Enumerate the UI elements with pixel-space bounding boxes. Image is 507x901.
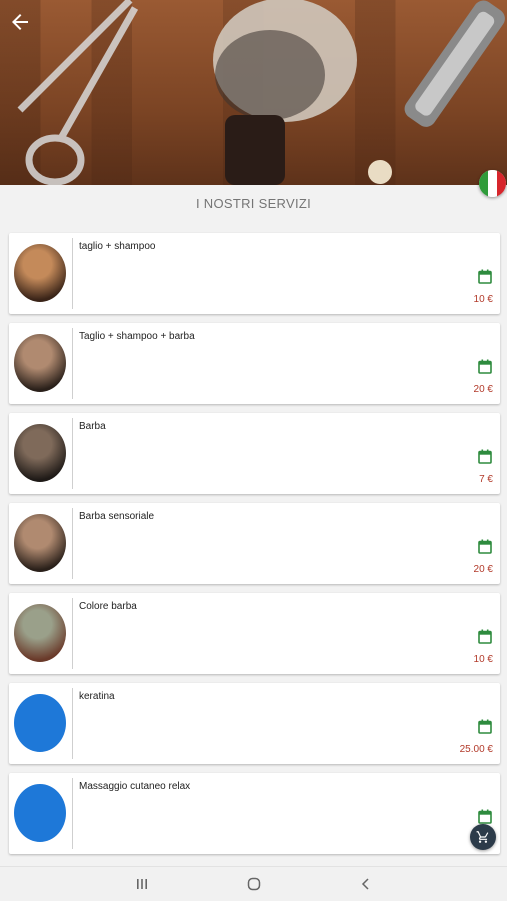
service-placeholder-avatar bbox=[14, 784, 66, 842]
service-list: taglio + shampoo 10 € Taglio + shampoo + b… bbox=[9, 233, 500, 863]
home-icon bbox=[247, 877, 261, 891]
service-name: keratina bbox=[79, 691, 115, 702]
service-price: 7 € bbox=[479, 474, 493, 485]
calendar-icon bbox=[478, 449, 492, 464]
service-name: taglio + shampoo bbox=[79, 241, 156, 252]
cart-icon bbox=[476, 831, 489, 843]
card-divider bbox=[72, 688, 73, 759]
service-name: Colore barba bbox=[79, 601, 137, 612]
calendar-icon bbox=[478, 269, 492, 284]
service-name: Barba sensoriale bbox=[79, 511, 155, 522]
calendar-icon bbox=[478, 629, 492, 644]
service-photo bbox=[14, 334, 66, 392]
service-photo bbox=[14, 604, 66, 662]
service-price: 20 € bbox=[473, 564, 493, 575]
recents-button[interactable] bbox=[132, 875, 152, 893]
calendar-icon bbox=[478, 809, 492, 824]
card-divider bbox=[72, 418, 73, 489]
service-price: 25.00 € bbox=[459, 744, 493, 755]
calendar-icon bbox=[478, 719, 492, 734]
card-divider bbox=[72, 508, 73, 579]
calendar-icon bbox=[478, 539, 492, 554]
system-back-button[interactable] bbox=[356, 875, 376, 893]
back-chevron-icon bbox=[361, 878, 369, 890]
service-card[interactable]: keratina 25.00 € bbox=[9, 683, 500, 764]
calendar-icon bbox=[478, 359, 492, 374]
service-card[interactable]: Colore barba 10 € bbox=[9, 593, 500, 674]
service-card[interactable]: taglio + shampoo 10 € bbox=[9, 233, 500, 314]
arrow-left-icon bbox=[12, 14, 28, 30]
card-divider bbox=[72, 598, 73, 669]
service-card[interactable]: Massaggio cutaneo relax bbox=[9, 773, 500, 854]
book-button[interactable] bbox=[478, 269, 492, 284]
barber-tools-illustration bbox=[17, 0, 505, 185]
book-button[interactable] bbox=[478, 449, 492, 464]
service-price: 10 € bbox=[473, 654, 493, 665]
service-photo bbox=[14, 424, 66, 482]
service-card[interactable]: Barba sensoriale 20 € bbox=[9, 503, 500, 584]
book-button[interactable] bbox=[478, 359, 492, 374]
service-price: 20 € bbox=[473, 384, 493, 395]
service-photo bbox=[14, 514, 66, 572]
recents-icon bbox=[137, 879, 147, 889]
book-button[interactable] bbox=[478, 809, 492, 824]
service-placeholder-avatar bbox=[14, 694, 66, 752]
book-button[interactable] bbox=[478, 539, 492, 554]
book-button[interactable] bbox=[478, 719, 492, 734]
service-card[interactable]: Barba 7 € bbox=[9, 413, 500, 494]
service-name: Massaggio cutaneo relax bbox=[79, 781, 191, 792]
service-name: Barba bbox=[79, 421, 106, 432]
header-image bbox=[0, 0, 507, 185]
card-divider bbox=[72, 328, 73, 399]
back-button[interactable] bbox=[8, 10, 32, 34]
language-selector[interactable] bbox=[479, 170, 506, 197]
service-name: Taglio + shampoo + barba bbox=[79, 331, 195, 342]
service-photo bbox=[14, 244, 66, 302]
home-button[interactable] bbox=[244, 875, 264, 893]
card-divider bbox=[72, 238, 73, 309]
card-divider bbox=[72, 778, 73, 849]
service-card[interactable]: Taglio + shampoo + barba 20 € bbox=[9, 323, 500, 404]
service-price: 10 € bbox=[473, 294, 493, 305]
section-title: I NOSTRI SERVIZI bbox=[195, 196, 312, 211]
book-button[interactable] bbox=[478, 629, 492, 644]
cart-button[interactable] bbox=[470, 824, 496, 850]
system-navigation-bar bbox=[0, 866, 507, 901]
